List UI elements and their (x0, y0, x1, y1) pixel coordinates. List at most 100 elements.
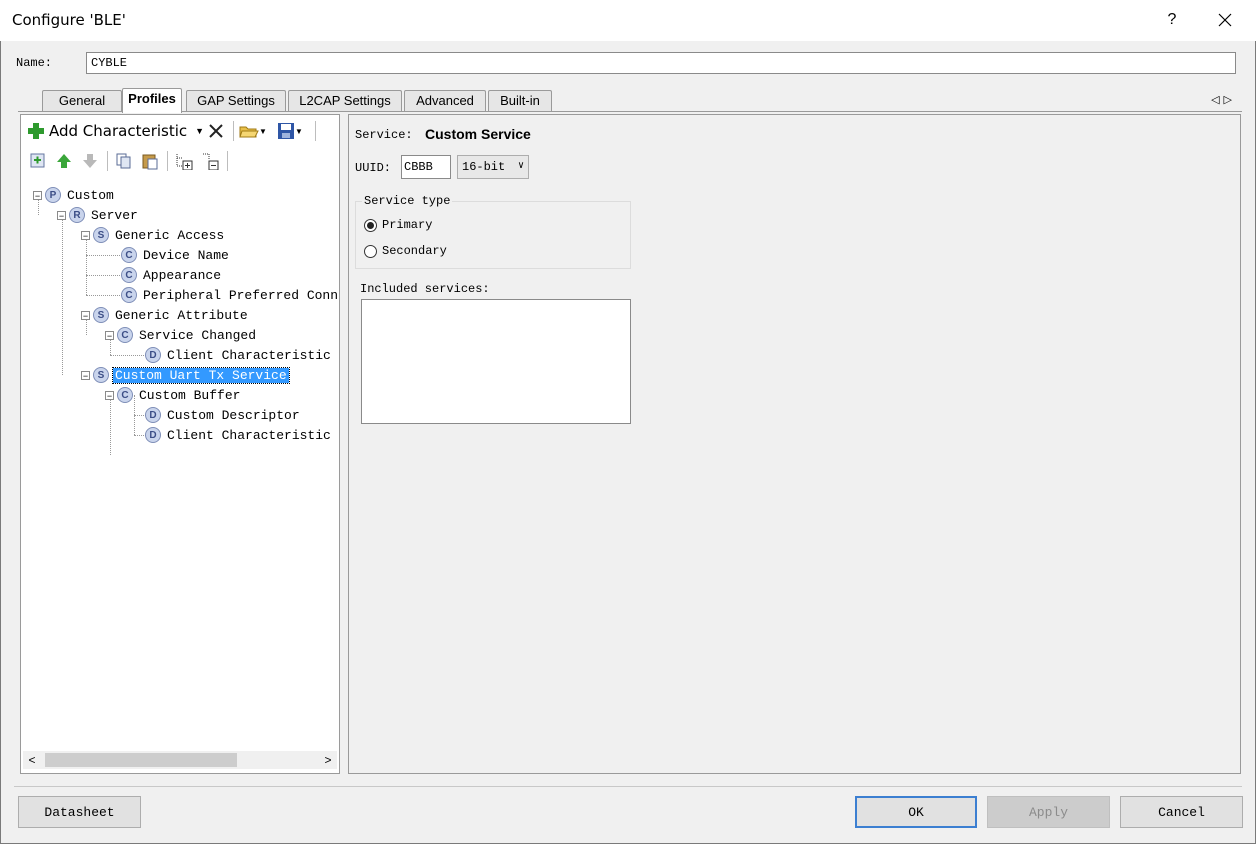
collapse-icon[interactable]: − (57, 210, 66, 220)
tree-node-label: Server (91, 207, 138, 223)
secondary-label: Secondary (382, 244, 447, 258)
characteristic-badge-icon: C (117, 387, 133, 403)
open-button[interactable]: ▼ (239, 121, 267, 141)
tree-node-custom-buffer[interactable]: − C Custom Buffer (105, 385, 242, 405)
close-button[interactable] (1210, 6, 1240, 34)
tree-node-label: Custom Uart Tx Service (112, 366, 290, 384)
open-folder-icon (239, 126, 259, 138)
uuid-input[interactable]: CBBB (401, 155, 451, 179)
collapse-all-button[interactable] (201, 151, 221, 171)
tree-connector (86, 255, 122, 256)
horizontal-scrollbar[interactable]: < > (23, 751, 337, 769)
service-details-panel: Service: Custom Service UUID: CBBB 16-bi… (348, 114, 1241, 774)
tree-node-label: Service Changed (139, 327, 257, 343)
copy-button[interactable] (115, 151, 133, 171)
cancel-button[interactable]: Cancel (1120, 796, 1243, 828)
toolbar-separator (227, 151, 228, 171)
tree-toolbar-secondary (25, 151, 335, 175)
scroll-right-icon[interactable]: > (319, 751, 337, 769)
scrollbar-thumb[interactable] (45, 753, 237, 767)
secondary-radio[interactable]: Secondary (364, 244, 447, 258)
tab-general[interactable]: General (42, 90, 122, 112)
tree-node-client-characteristic[interactable]: D Client Characteristic (145, 345, 333, 365)
role-badge-icon: R (69, 207, 85, 223)
name-label: Name: (16, 56, 53, 70)
save-button[interactable]: ▼ (277, 121, 303, 141)
apply-button[interactable]: Apply (987, 796, 1110, 828)
tree-node-label: Custom (67, 187, 114, 203)
tab-profiles[interactable]: Profiles (122, 88, 182, 113)
tab-built-in[interactable]: Built-in (488, 90, 552, 112)
collapse-icon[interactable]: − (81, 370, 90, 380)
tree-node-custom-uart-tx-service[interactable]: − S Custom Uart Tx Service (81, 365, 290, 385)
collapse-icon[interactable]: − (105, 330, 114, 340)
collapse-icon[interactable]: − (81, 230, 90, 240)
save-dropdown-icon: ▼ (295, 126, 303, 136)
tab-scroll-left-icon[interactable]: ◁ (1211, 94, 1223, 106)
tab-l2cap-settings[interactable]: L2CAP Settings (288, 90, 402, 112)
included-services-label: Included services: (360, 282, 490, 296)
tab-gap-settings[interactable]: GAP Settings (186, 90, 286, 112)
service-badge-icon: S (93, 307, 109, 323)
toolbar-separator (107, 151, 108, 171)
add-characteristic-label: Add Characteristic (49, 122, 188, 140)
profile-tree: − P Custom − R Server − S Generic Access… (21, 179, 339, 751)
tree-node-peripheral-preferred-conn[interactable]: C Peripheral Preferred Conn (121, 285, 339, 305)
uuid-label: UUID: (355, 161, 392, 175)
tree-node-appearance[interactable]: C Appearance (121, 265, 223, 285)
service-badge-icon: S (93, 367, 109, 383)
expand-all-button[interactable] (175, 151, 195, 171)
move-up-button[interactable] (55, 151, 73, 171)
help-button[interactable]: ? (1158, 6, 1186, 34)
add-characteristic-button[interactable]: Add Characteristic ▼ (27, 121, 204, 141)
radio-unselected-icon (364, 244, 377, 258)
move-down-button[interactable] (81, 151, 99, 171)
uuid-type-select[interactable]: 16-bit ∨ (457, 155, 529, 179)
tree-node-label: Appearance (143, 267, 222, 283)
collapse-all-icon (203, 153, 219, 170)
profile-badge-icon: P (45, 187, 61, 203)
add-icon (28, 123, 44, 139)
copy-icon (116, 153, 131, 169)
descriptor-badge-icon: D (145, 407, 161, 423)
datasheet-button[interactable]: Datasheet (18, 796, 141, 828)
tree-node-custom[interactable]: − P Custom (33, 185, 116, 205)
tree-node-label: Custom Descriptor (167, 407, 300, 423)
collapse-icon[interactable]: − (33, 190, 42, 200)
toolbar-separator (315, 121, 316, 141)
service-name: Custom Service (425, 126, 531, 142)
service-type-legend: Service type (362, 194, 453, 208)
characteristic-badge-icon: C (121, 287, 137, 303)
tree-connector (86, 295, 122, 296)
tab-scroll-arrows[interactable]: ◁▷ (1211, 93, 1236, 106)
tree-node-label: Client Characteristic (167, 427, 331, 443)
delete-button[interactable] (207, 121, 225, 141)
paste-button[interactable] (141, 151, 159, 171)
expand-all-icon (176, 154, 193, 170)
tree-node-service-changed[interactable]: − C Service Changed (105, 325, 258, 345)
tree-node-client-characteristic[interactable]: D Client Characteristic (145, 425, 333, 445)
add-service-button[interactable] (29, 151, 47, 171)
tree-node-device-name[interactable]: C Device Name (121, 245, 231, 265)
tree-node-generic-attribute[interactable]: − S Generic Attribute (81, 305, 250, 325)
ok-button[interactable]: OK (855, 796, 977, 828)
arrow-down-icon (83, 154, 97, 168)
tree-connector (62, 215, 63, 375)
scroll-left-icon[interactable]: < (23, 751, 41, 769)
tree-node-custom-descriptor[interactable]: D Custom Descriptor (145, 405, 302, 425)
included-services-list[interactable] (361, 299, 631, 424)
tab-scroll-right-icon[interactable]: ▷ (1224, 94, 1236, 106)
uuid-type-value: 16-bit (462, 160, 506, 174)
collapse-icon[interactable]: − (81, 310, 90, 320)
tab-divider (18, 111, 1242, 112)
tree-node-label: Peripheral Preferred Conn (143, 287, 339, 303)
tree-node-generic-access[interactable]: − S Generic Access (81, 225, 226, 245)
tree-node-label: Generic Access (115, 227, 225, 243)
tree-node-server[interactable]: − R Server (57, 205, 140, 225)
collapse-icon[interactable]: − (105, 390, 114, 400)
tab-advanced[interactable]: Advanced (404, 90, 486, 112)
tree-toolbar: Add Characteristic ▼ ▼ ▼ (25, 119, 335, 143)
name-input[interactable]: CYBLE (86, 52, 1236, 74)
descriptor-badge-icon: D (145, 347, 161, 363)
primary-radio[interactable]: Primary (364, 218, 432, 232)
